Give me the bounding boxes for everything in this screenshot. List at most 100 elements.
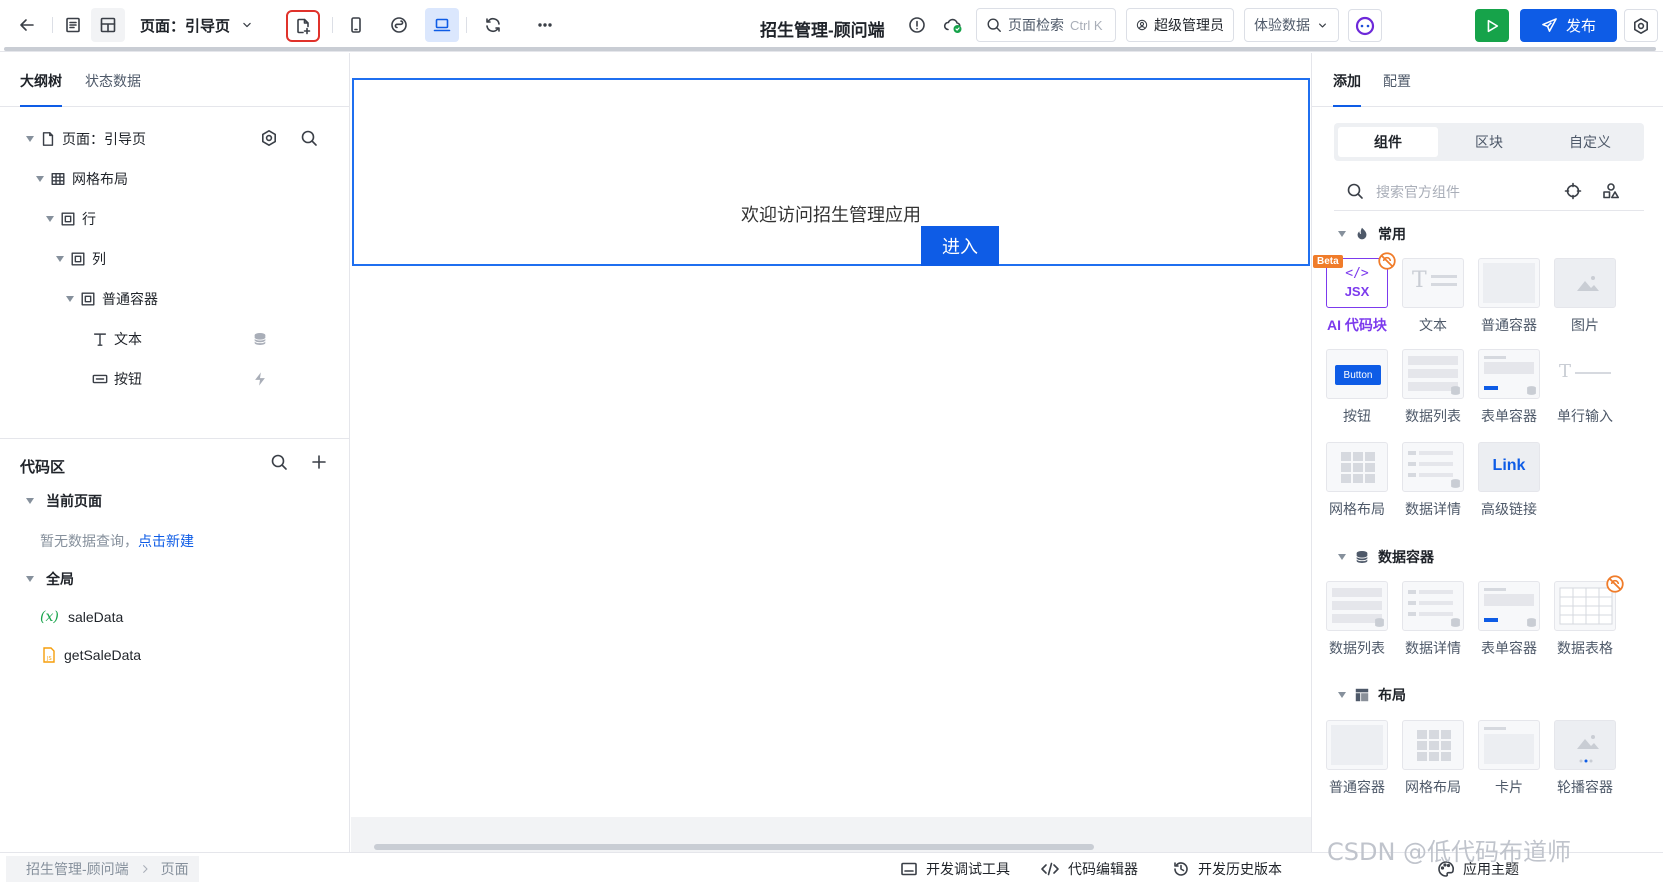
- component-label: 数据详情: [1405, 640, 1461, 656]
- section-data-containers[interactable]: 数据容器: [1338, 547, 1434, 567]
- event-binding-indicator[interactable]: [246, 365, 274, 393]
- user-button[interactable]: 超级管理员: [1126, 8, 1234, 42]
- form-thumbnail: [1478, 581, 1540, 631]
- component-layout-container[interactable]: 普通容器: [1323, 720, 1391, 797]
- component-image[interactable]: 图片: [1551, 258, 1619, 335]
- component-button[interactable]: Button 按钮: [1323, 349, 1391, 426]
- component-label: 网格布局: [1405, 779, 1461, 795]
- data-binding-indicator[interactable]: [246, 325, 274, 353]
- alert-circle-icon: [909, 17, 925, 33]
- tree-node-text[interactable]: 文本: [92, 325, 142, 353]
- tree-node-grid[interactable]: 网格布局: [36, 165, 128, 193]
- horizontal-scrollbar[interactable]: [374, 844, 1094, 850]
- segment-custom[interactable]: 自定义: [1540, 127, 1640, 157]
- code-editor-button[interactable]: 代码编辑器: [1040, 859, 1138, 879]
- mini-program-view-button[interactable]: [382, 8, 416, 42]
- ai-assistant-button[interactable]: [1348, 9, 1382, 42]
- run-preview-button[interactable]: [1475, 9, 1509, 42]
- section-common[interactable]: 常用: [1338, 224, 1406, 244]
- shapes-icon[interactable]: [1602, 182, 1620, 200]
- component-container[interactable]: 普通容器: [1475, 258, 1543, 335]
- tree-node-page[interactable]: 页面：引导页: [26, 125, 146, 153]
- breadcrumb-app[interactable]: 招生管理-顾问端: [26, 859, 129, 879]
- empty-query-hint: 暂无数据查询， 点击新建: [40, 527, 194, 555]
- breadcrumb-page[interactable]: 页面: [161, 859, 189, 879]
- component-type-switch: 组件 区块 自定义: [1334, 123, 1644, 161]
- component-ai-code-block[interactable]: Beta </> JSX AI 代码块: [1313, 252, 1396, 335]
- global-group[interactable]: 全局: [26, 565, 74, 593]
- component-label: 数据表格: [1557, 640, 1613, 656]
- component-label: 按钮: [1343, 408, 1371, 424]
- component-data-list-2[interactable]: 数据列表: [1323, 581, 1391, 658]
- segment-components[interactable]: 组件: [1338, 127, 1438, 157]
- mobile-view-button[interactable]: [339, 8, 373, 42]
- variable-item[interactable]: (𝑥) saleData: [40, 603, 123, 631]
- function-item[interactable]: JS getSaleData: [40, 641, 141, 669]
- enter-button[interactable]: 进入: [921, 226, 999, 266]
- component-single-input[interactable]: T 单行输入: [1551, 349, 1619, 426]
- page-settings-button[interactable]: [254, 123, 284, 153]
- search-shortcut: Ctrl K: [1070, 17, 1103, 33]
- component-form-container[interactable]: 表单容器: [1475, 349, 1543, 426]
- database-icon: [1375, 618, 1384, 627]
- top-scrollbar[interactable]: [4, 47, 1656, 51]
- tree-node-row[interactable]: 行: [46, 205, 96, 233]
- new-page-button[interactable]: [286, 10, 320, 42]
- page-search-input[interactable]: 页面检索 Ctrl K: [976, 8, 1116, 42]
- tree-node-container[interactable]: 普通容器: [66, 285, 158, 313]
- more-button[interactable]: [528, 8, 562, 42]
- component-data-detail-2[interactable]: 数据详情: [1399, 581, 1467, 658]
- settings-button[interactable]: [1624, 9, 1658, 42]
- component-data-detail[interactable]: 数据详情: [1399, 442, 1467, 519]
- data-env-select[interactable]: 体验数据: [1244, 8, 1339, 42]
- tab-config[interactable]: 配置: [1383, 71, 1411, 91]
- component-carousel[interactable]: 轮播容器: [1551, 720, 1619, 797]
- component-data-list[interactable]: 数据列表: [1399, 349, 1467, 426]
- carousel-thumbnail: [1554, 720, 1616, 770]
- component-layout-grid[interactable]: 网格布局: [1399, 720, 1467, 797]
- page-list-button[interactable]: [56, 8, 90, 42]
- tab-add[interactable]: 添加: [1333, 71, 1361, 107]
- publish-button[interactable]: 发布: [1520, 9, 1617, 42]
- link-text: Link: [1492, 457, 1526, 474]
- welcome-text[interactable]: 欢迎访问招生管理应用: [351, 201, 1311, 227]
- component-grid-layout[interactable]: 网格布局: [1323, 442, 1391, 519]
- component-advanced-link[interactable]: Link 高级链接: [1475, 442, 1543, 519]
- segment-blocks[interactable]: 区块: [1439, 127, 1539, 157]
- component-search[interactable]: 搜索官方组件: [1334, 171, 1644, 211]
- chevron-down-icon: [1319, 22, 1326, 28]
- grid-icon: [51, 172, 65, 186]
- pc-view-button[interactable]: [425, 8, 459, 42]
- component-card[interactable]: 卡片: [1475, 720, 1543, 797]
- code-add-button[interactable]: [304, 447, 334, 477]
- tree-label: 按钮: [114, 371, 142, 387]
- tree-node-column[interactable]: 列: [56, 245, 106, 273]
- tab-outline-tree[interactable]: 大纲树: [20, 71, 62, 107]
- component-text[interactable]: T 文本: [1399, 258, 1467, 335]
- history-button[interactable]: 开发历史版本: [1172, 859, 1282, 879]
- create-query-link[interactable]: 点击新建: [138, 531, 194, 551]
- container-thumbnail: [1478, 258, 1540, 308]
- button-preview: Button: [1335, 365, 1381, 385]
- tab-state-data[interactable]: 状态数据: [85, 71, 141, 91]
- design-canvas[interactable]: 欢迎访问招生管理应用 进入: [351, 53, 1311, 852]
- tree-node-button[interactable]: 按钮: [92, 365, 142, 393]
- dev-tools-label: 开发调试工具: [926, 861, 1010, 877]
- database-icon: [1451, 386, 1460, 395]
- refresh-button[interactable]: [476, 8, 510, 42]
- tree-search-button[interactable]: [294, 123, 324, 153]
- layout-button[interactable]: [91, 8, 125, 42]
- component-data-table[interactable]: 数据表格: [1551, 575, 1624, 658]
- section-layout[interactable]: 布局: [1338, 685, 1406, 705]
- cloud-sync-status[interactable]: [936, 8, 970, 42]
- no-signal-badge-icon: [1606, 575, 1624, 593]
- target-icon[interactable]: [1564, 182, 1582, 200]
- component-form-container-2[interactable]: 表单容器: [1475, 581, 1543, 658]
- page-selector[interactable]: 页面：引导页: [140, 8, 260, 42]
- info-button[interactable]: [900, 8, 934, 42]
- selected-container-outline[interactable]: [352, 78, 1310, 266]
- current-page-group[interactable]: 当前页面: [26, 487, 102, 515]
- back-button[interactable]: [10, 8, 44, 42]
- code-search-button[interactable]: [264, 447, 294, 477]
- dev-tools-button[interactable]: 开发调试工具: [900, 859, 1010, 879]
